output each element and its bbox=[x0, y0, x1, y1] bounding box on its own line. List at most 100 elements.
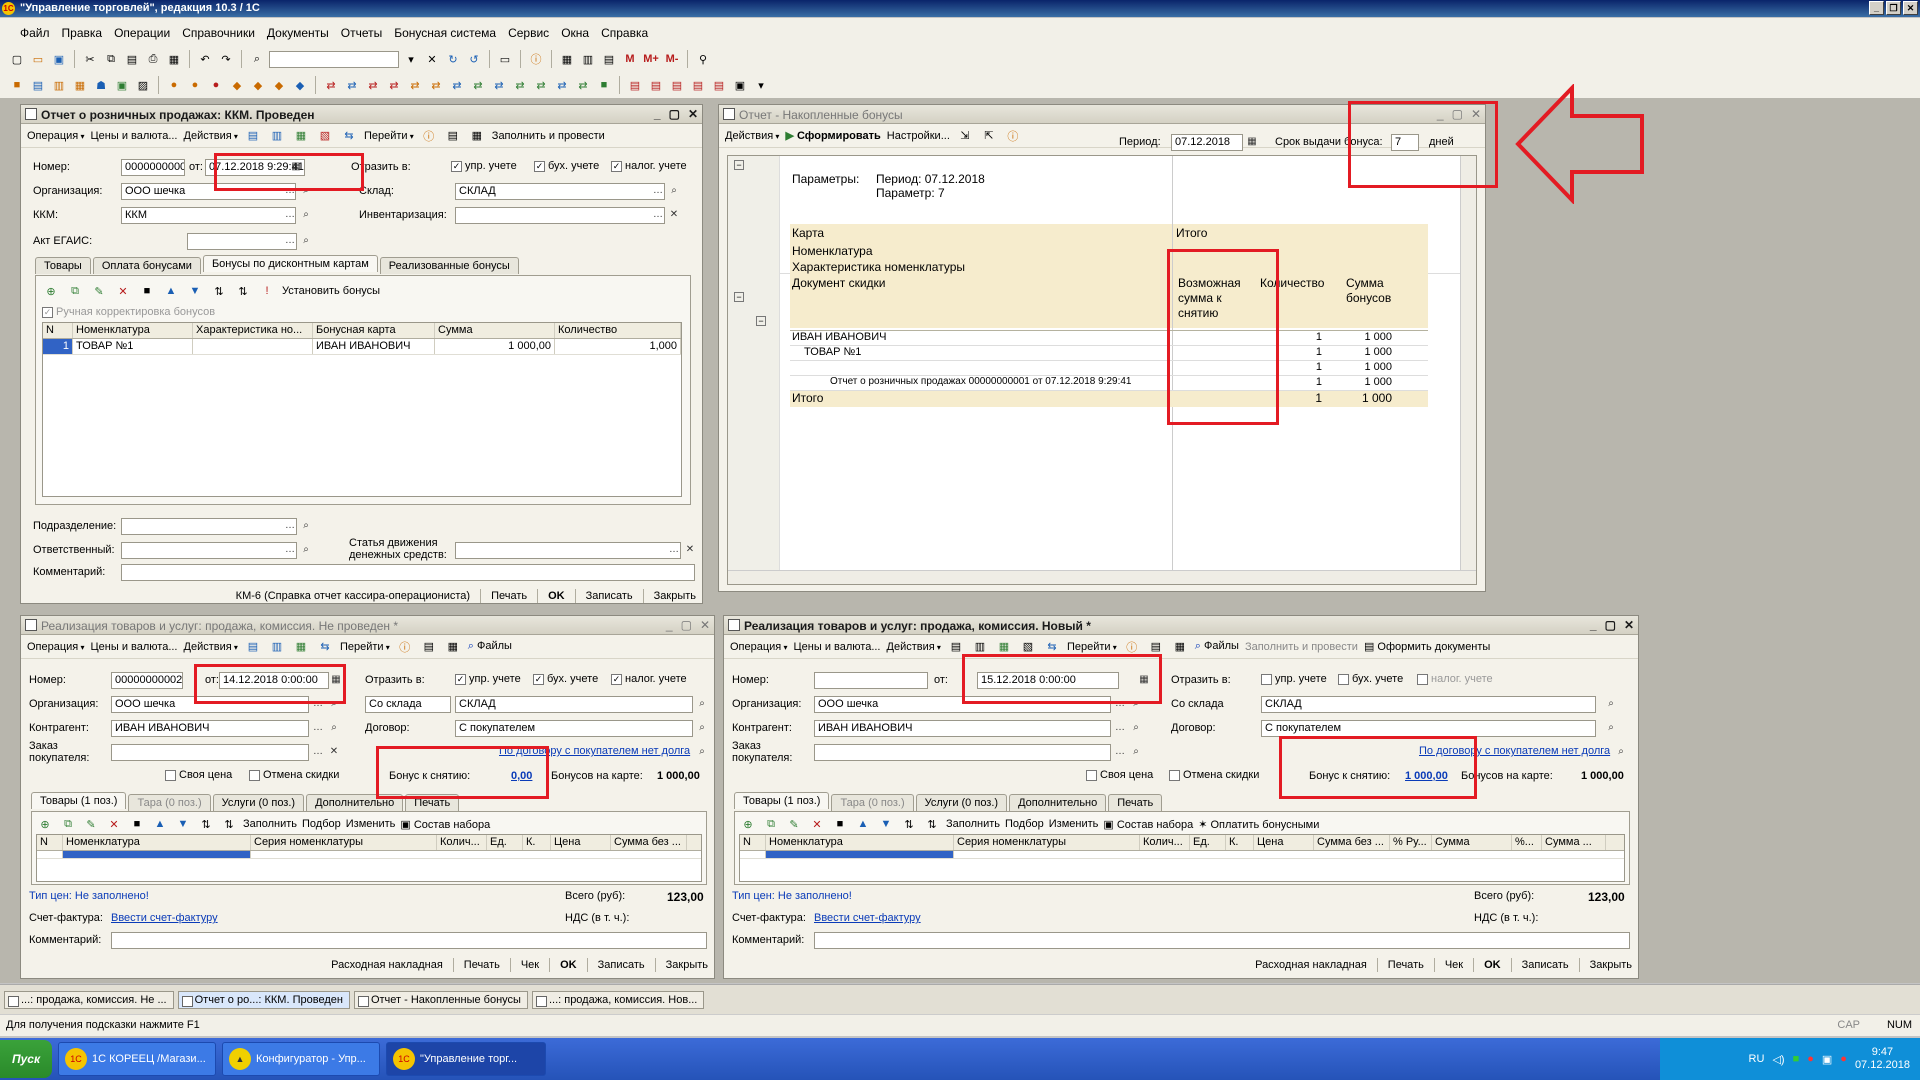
move-up-icon[interactable]: ▲ bbox=[854, 815, 872, 833]
generate-button[interactable]: ▶ Сформировать bbox=[785, 129, 880, 142]
select-icon[interactable]: … bbox=[311, 697, 325, 712]
calendar-icon[interactable]: ▦ bbox=[289, 160, 303, 175]
search-icon[interactable]: ⌕ bbox=[299, 519, 313, 534]
minimize-icon[interactable]: _ bbox=[654, 107, 661, 121]
change-button[interactable]: Изменить bbox=[346, 818, 396, 830]
table-row[interactable] bbox=[740, 851, 1624, 859]
pay-with-bonuses-button[interactable]: ✶ Оплатить бонусными bbox=[1198, 818, 1319, 831]
save-button[interactable]: Записать bbox=[1522, 959, 1569, 971]
search-icon[interactable]: ⌕ bbox=[248, 50, 266, 68]
waybill-button[interactable]: Расходная накладная bbox=[1255, 959, 1367, 971]
delete-row-icon[interactable]: ✕ bbox=[105, 815, 123, 833]
close-button[interactable]: ✕ bbox=[1903, 1, 1918, 15]
end-edit-icon[interactable]: ■ bbox=[128, 815, 146, 833]
search-icon[interactable]: ⌕ bbox=[299, 234, 313, 249]
structure-icon[interactable]: ⇆ bbox=[340, 127, 358, 145]
fill-and-post-button[interactable]: Заполнить и провести bbox=[492, 130, 605, 142]
end-edit-icon[interactable]: ■ bbox=[138, 282, 156, 300]
tax-accounting-checkbox[interactable]: ✓ налог. учете bbox=[611, 160, 687, 172]
cash5-icon[interactable]: ▤ bbox=[710, 76, 728, 94]
cash3-icon[interactable]: ▤ bbox=[668, 76, 686, 94]
chevron-down-icon[interactable]: ▾ bbox=[402, 50, 420, 68]
date-field[interactable]: 14.12.2018 0:00:00 bbox=[219, 672, 329, 689]
doc-list-icon[interactable]: ▤ bbox=[29, 76, 47, 94]
search-icon[interactable]: ⌕ bbox=[695, 721, 709, 736]
sort-asc-icon[interactable]: ⇅ bbox=[210, 282, 228, 300]
inventory-field[interactable] bbox=[455, 207, 665, 224]
warehouse-type-select[interactable]: Со склада bbox=[1171, 698, 1224, 710]
close-button[interactable]: Закрыть bbox=[666, 959, 708, 971]
save-icon[interactable]: ▣ bbox=[50, 50, 68, 68]
no-debt-link[interactable]: По договору с покупателем нет долга bbox=[1419, 745, 1610, 757]
help-icon[interactable]: ⓘ bbox=[527, 50, 545, 68]
purchase-icon[interactable]: ● bbox=[165, 76, 183, 94]
move6-icon[interactable]: ⇄ bbox=[427, 76, 445, 94]
files-button[interactable]: ⌕ Файлы bbox=[468, 640, 512, 653]
collapse-icon[interactable]: − bbox=[734, 160, 744, 170]
cash-icon[interactable]: ▤ bbox=[626, 76, 644, 94]
select-icon[interactable]: … bbox=[283, 184, 297, 199]
report-row[interactable]: ТОВАР №1 1 1 000 bbox=[790, 346, 1428, 361]
unpost-icon[interactable]: ▥ bbox=[268, 127, 286, 145]
tab-additional[interactable]: Дополнительно bbox=[306, 794, 404, 811]
price-type-warning[interactable]: Тип цен: Не заполнено! bbox=[29, 890, 149, 902]
close-button[interactable]: Закрыть bbox=[1590, 959, 1632, 971]
search-icon[interactable]: ⌕ bbox=[667, 184, 681, 199]
warehouse-field[interactable]: СКЛАД bbox=[455, 696, 693, 713]
move13-icon[interactable]: ⇄ bbox=[574, 76, 592, 94]
edit-row-icon[interactable]: ✎ bbox=[90, 282, 108, 300]
search-icon[interactable]: ⌕ bbox=[299, 543, 313, 558]
warehouse-field[interactable]: СКЛАД bbox=[1261, 696, 1596, 713]
grid-icon[interactable]: ▤ bbox=[600, 50, 618, 68]
pick-button[interactable]: Подбор bbox=[1005, 818, 1044, 830]
m-plus-button[interactable]: M+ bbox=[642, 50, 660, 68]
fill-icon[interactable]: ▦ bbox=[1171, 638, 1189, 656]
export-icon[interactable]: ⇲ bbox=[956, 127, 974, 145]
m-button[interactable]: M bbox=[621, 50, 639, 68]
select-icon[interactable]: … bbox=[651, 184, 665, 199]
move7-icon[interactable]: ⇄ bbox=[448, 76, 466, 94]
files-button[interactable]: ⌕ Файлы bbox=[1195, 640, 1239, 653]
maximize-icon[interactable]: ▢ bbox=[1605, 618, 1616, 632]
sort-desc-icon[interactable]: ⇅ bbox=[234, 282, 252, 300]
cancel-discount-checkbox[interactable]: Отмена скидки bbox=[249, 769, 339, 781]
horizontal-scrollbar[interactable] bbox=[728, 570, 1476, 584]
search-icon[interactable]: ⌕ bbox=[299, 184, 313, 199]
calculator-icon[interactable]: ▦ bbox=[558, 50, 576, 68]
sort-asc-icon[interactable]: ⇅ bbox=[900, 815, 918, 833]
alert-icon[interactable]: ● bbox=[1840, 1053, 1847, 1065]
users-icon[interactable]: ☗ bbox=[92, 76, 110, 94]
number-field[interactable]: 00000000001 bbox=[121, 159, 185, 176]
menu-operations[interactable]: Операции bbox=[108, 26, 176, 40]
tab-additional[interactable]: Дополнительно bbox=[1009, 794, 1107, 811]
egais-field[interactable] bbox=[187, 233, 297, 250]
copy-doc-icon[interactable]: ▦ bbox=[292, 638, 310, 656]
collapse-icon[interactable]: − bbox=[734, 292, 744, 302]
select-icon[interactable]: … bbox=[1113, 721, 1127, 736]
sort-desc-icon[interactable]: ⇅ bbox=[220, 815, 238, 833]
tab-goods[interactable]: Товары bbox=[35, 257, 91, 274]
move-down-icon[interactable]: ▼ bbox=[174, 815, 192, 833]
org-field[interactable]: ООО шечка bbox=[814, 696, 1111, 713]
tax-accounting-checkbox[interactable]: налог. учете bbox=[1417, 673, 1493, 685]
bonus-withdraw-value[interactable]: 0,00 bbox=[511, 770, 532, 782]
menu-reports[interactable]: Отчеты bbox=[335, 26, 388, 40]
close-button[interactable]: Закрыть bbox=[654, 590, 696, 602]
report-row[interactable]: Отчет о розничных продажах 00000000001 о… bbox=[790, 376, 1428, 391]
kit-button[interactable]: ▣ Состав набора bbox=[1103, 818, 1193, 831]
ok-button[interactable]: OK bbox=[548, 590, 565, 602]
make-documents-button[interactable]: ▤ Оформить документы bbox=[1364, 640, 1490, 653]
help-icon[interactable]: ⓘ bbox=[396, 638, 414, 656]
settings-icon[interactable]: ▣ bbox=[731, 76, 749, 94]
cancel-discount-checkbox[interactable]: Отмена скидки bbox=[1169, 769, 1259, 781]
comment-field[interactable] bbox=[121, 564, 695, 581]
fill-menu[interactable]: Заполнить bbox=[946, 818, 1000, 830]
menu-service[interactable]: Сервис bbox=[502, 26, 555, 40]
copy-row-icon[interactable]: ⧉ bbox=[762, 815, 780, 833]
tab-bonus-payment[interactable]: Оплата бонусами bbox=[92, 257, 201, 274]
vertical-scrollbar[interactable] bbox=[1460, 156, 1476, 584]
maximize-icon[interactable]: ▢ bbox=[681, 618, 692, 632]
move-up-icon[interactable]: ▲ bbox=[151, 815, 169, 833]
move9-icon[interactable]: ⇄ bbox=[490, 76, 508, 94]
receipt-button[interactable]: Чек bbox=[1445, 959, 1463, 971]
